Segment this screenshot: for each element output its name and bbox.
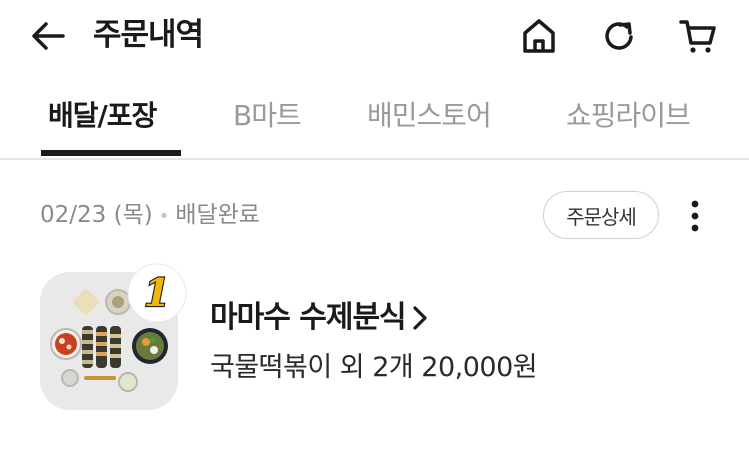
tab-baemin-store[interactable]: 배민스토어	[367, 98, 492, 134]
refresh-icon	[605, 22, 633, 50]
order-detail-button[interactable]: 주문상세	[543, 191, 659, 239]
cart-button[interactable]	[676, 14, 720, 58]
page-title: 주문내역	[93, 17, 204, 53]
home-icon	[523, 19, 555, 53]
order-status: 배달완료	[175, 202, 260, 228]
more-vertical-icon	[691, 200, 699, 232]
separator-dot: •	[158, 206, 170, 227]
tab-shopping-live[interactable]: 쇼핑라이브	[566, 98, 691, 134]
category-tabs: 배달/포장 B마트 배민스토어 쇼핑라이브	[0, 92, 749, 160]
order-date: 02/23 (목)	[40, 202, 153, 228]
rank-badge: 1	[126, 262, 188, 324]
rank-number: 1	[144, 270, 170, 315]
store-name: 마마수 수제분식	[210, 300, 407, 335]
tab-delivery-pickup[interactable]: 배달/포장	[48, 98, 157, 134]
back-arrow-icon	[32, 22, 65, 50]
top-app-bar: 주문내역	[0, 0, 749, 72]
chevron-right-icon	[412, 303, 438, 333]
store-link[interactable]: 마마수 수제분식	[210, 298, 438, 338]
home-button[interactable]	[517, 14, 561, 58]
cart-icon	[679, 20, 716, 53]
back-button[interactable]	[28, 16, 68, 56]
order-summary: 국물떡볶이 외 2개 20,000원	[210, 352, 538, 383]
rank-badge-icon: 1	[127, 263, 187, 323]
refresh-button[interactable]	[597, 14, 641, 58]
tab-bmart[interactable]: B마트	[233, 98, 302, 134]
order-meta: 02/23 (목) • 배달완료	[40, 200, 260, 232]
more-options-button[interactable]	[680, 196, 710, 236]
active-tab-indicator	[41, 150, 181, 156]
